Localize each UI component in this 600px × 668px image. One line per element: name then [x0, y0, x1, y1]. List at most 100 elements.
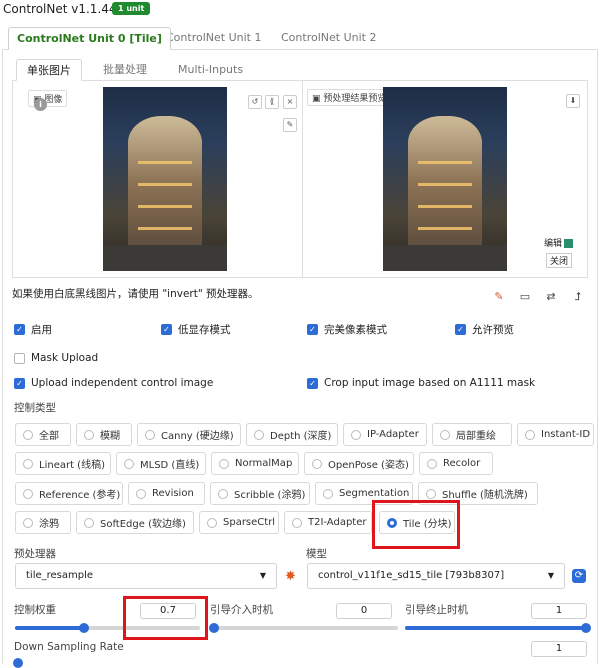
- radio-icon: [440, 429, 450, 440]
- radio-icon: [427, 458, 437, 469]
- erase-icon[interactable]: ⟪: [265, 95, 279, 109]
- start-slider-track[interactable]: [212, 626, 398, 630]
- radio-icon: [124, 458, 134, 469]
- preview-icon: ▣: [312, 94, 321, 104]
- edit-button[interactable]: 编辑: [544, 236, 574, 249]
- info-icon: i: [34, 98, 47, 111]
- crop-input-checkbox[interactable]: ✓ Crop input image based on A1111 mask: [307, 377, 535, 389]
- radio-t2i-adapter[interactable]: T2I-Adapter: [284, 511, 372, 534]
- radio-softedge[interactable]: SoftEdge (软边缘): [76, 511, 194, 534]
- radio-label: 涂鸦: [39, 519, 59, 530]
- refresh-icon[interactable]: ⟳: [572, 569, 586, 583]
- tab-unit-2[interactable]: ControlNet Unit 2: [273, 27, 384, 50]
- radio-instant-id[interactable]: Instant-ID: [517, 423, 594, 446]
- radio-inpaint[interactable]: 局部重绘: [432, 423, 512, 446]
- edit-icon: [564, 239, 574, 248]
- radio-icon: [218, 488, 228, 499]
- tab-multi-inputs[interactable]: Multi-Inputs: [168, 59, 253, 81]
- send-icon[interactable]: ⮥: [569, 290, 587, 306]
- downsampling-input[interactable]: 1: [531, 641, 587, 657]
- tab-unit-1[interactable]: ControlNet Unit 1: [158, 27, 269, 50]
- download-icon[interactable]: ⬇: [566, 94, 580, 108]
- weight-slider-handle[interactable]: [79, 623, 89, 633]
- checkbox-icon: [14, 352, 25, 364]
- radio-revision[interactable]: Revision: [128, 482, 205, 505]
- highlight-box-tile: [372, 500, 460, 549]
- radio-icon: [323, 488, 333, 499]
- start-input[interactable]: 0: [336, 603, 392, 619]
- weight-slider-fill: [15, 626, 83, 630]
- preprocessor-select[interactable]: tile_resample ▼: [15, 563, 277, 589]
- upload-independent-checkbox[interactable]: ✓ Upload independent control image: [14, 377, 213, 389]
- radio-all[interactable]: 全部: [15, 423, 71, 446]
- camera-icon[interactable]: ▭: [516, 290, 534, 306]
- radio-label: Segmentation: [339, 488, 410, 499]
- end-input[interactable]: 1: [531, 603, 587, 619]
- radio-sparsectrl[interactable]: SparseCtrl: [199, 511, 279, 534]
- radio-lineart[interactable]: Lineart (线稿): [15, 452, 111, 475]
- preview-image: [383, 87, 507, 271]
- spark-icon[interactable]: ✸: [285, 569, 296, 584]
- pixel-perfect-checkbox[interactable]: ✓ 完美像素模式: [307, 322, 387, 337]
- end-slider-track[interactable]: [405, 626, 585, 630]
- radio-icon: [23, 458, 33, 469]
- preview-label: ▣ 预处理结果预览: [307, 89, 392, 106]
- tab-batch[interactable]: 批量处理: [93, 59, 157, 81]
- radio-icon: [525, 429, 535, 440]
- radio-icon: [219, 458, 229, 469]
- undo-icon[interactable]: ↺: [248, 95, 262, 109]
- radio-depth[interactable]: Depth (深度): [246, 423, 338, 446]
- radio-label: Shuffle (随机洗牌): [442, 490, 528, 501]
- highlight-box-weight: [123, 596, 208, 640]
- radio-openpose[interactable]: OpenPose (姿态): [304, 452, 414, 475]
- radio-icon: [207, 517, 217, 528]
- mask-upload-checkbox[interactable]: Mask Upload: [14, 352, 98, 364]
- upload-independent-label: Upload independent control image: [31, 377, 214, 389]
- unit-count-badge: 1 unit: [112, 2, 151, 15]
- edit-icon[interactable]: ✎: [490, 290, 508, 306]
- radio-mlsd[interactable]: MLSD (直线): [116, 452, 206, 475]
- enable-checkbox[interactable]: ✓ 启用: [14, 322, 52, 337]
- crop-input-label: Crop input image based on A1111 mask: [324, 377, 536, 389]
- app-title: ControlNet v1.1.444: [3, 2, 125, 16]
- radio-blur[interactable]: 模糊: [76, 423, 132, 446]
- model-value: control_v11f1e_sd15_tile [793b8307]: [318, 570, 505, 581]
- check-icon: ✓: [307, 377, 318, 389]
- start-slider-handle[interactable]: [209, 623, 219, 633]
- swap-icon[interactable]: ⇄: [542, 290, 560, 306]
- dropdown-arrow-icon: ▼: [259, 571, 266, 580]
- radio-icon: [23, 517, 33, 528]
- input-image[interactable]: [103, 87, 227, 271]
- low-vram-checkbox[interactable]: ✓ 低显存模式: [161, 322, 231, 337]
- check-icon: ✓: [307, 324, 318, 335]
- close-preview-button[interactable]: 关闭: [546, 253, 573, 268]
- end-slider-handle[interactable]: [581, 623, 591, 633]
- model-select[interactable]: control_v11f1e_sd15_tile [793b8307] ▼: [307, 563, 565, 589]
- image-divider: [302, 80, 303, 278]
- tab-single-image[interactable]: 单张图片: [16, 59, 82, 81]
- downsampling-slider-handle[interactable]: [13, 658, 23, 668]
- dropdown-arrow-icon: ▼: [547, 571, 554, 580]
- close-icon[interactable]: ×: [283, 95, 297, 109]
- radio-recolor[interactable]: Recolor: [419, 452, 493, 475]
- radio-icon: [254, 429, 264, 440]
- radio-label: 局部重绘: [456, 431, 496, 442]
- enable-label: 启用: [31, 324, 52, 336]
- tab-unit-0[interactable]: ControlNet Unit 0 [Tile]: [8, 27, 171, 50]
- preprocessor-value: tile_resample: [26, 570, 94, 581]
- radio-icon: [426, 488, 436, 499]
- radio-reference[interactable]: Reference (参考): [15, 482, 123, 505]
- pen-icon[interactable]: ✎: [283, 118, 297, 132]
- radio-normalmap[interactable]: NormalMap: [211, 452, 299, 475]
- radio-canny[interactable]: Canny (硬边缘): [137, 423, 241, 446]
- radio-icon: [351, 429, 361, 440]
- check-icon: ✓: [455, 324, 466, 335]
- check-icon: ✓: [14, 377, 25, 389]
- radio-scribble[interactable]: Scribble (涂鸦): [210, 482, 310, 505]
- allow-preview-checkbox[interactable]: ✓ 允许预览: [455, 322, 514, 337]
- radio-icon: [145, 429, 155, 440]
- radio-icon: [23, 488, 33, 499]
- radio-ip-adapter[interactable]: IP-Adapter: [343, 423, 427, 446]
- weight-label: 控制权重: [14, 604, 56, 616]
- radio-scribble-cn[interactable]: 涂鸦: [15, 511, 71, 534]
